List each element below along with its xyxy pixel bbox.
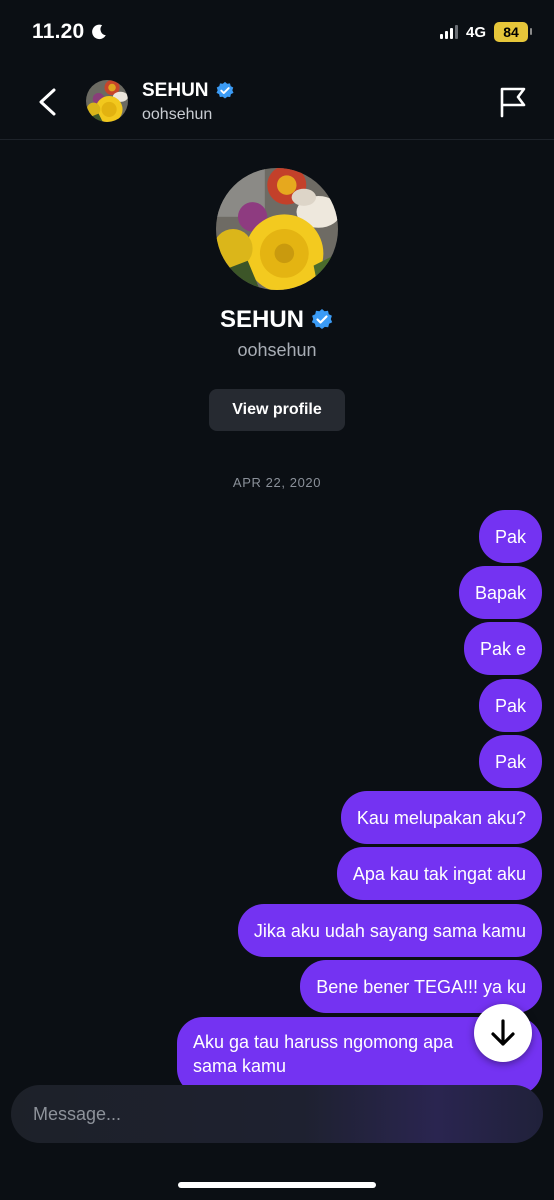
scroll-to-bottom-button[interactable]	[474, 1004, 532, 1062]
verified-badge-icon	[311, 309, 333, 329]
clock-text: 11.20	[32, 20, 85, 43]
message-text: Pak	[494, 751, 526, 772]
network-label: 4G	[465, 23, 486, 41]
chat-header: SEHUN oohsehun	[0, 64, 554, 140]
message-bubble[interactable]: Bapak	[458, 566, 542, 619]
status-time: 11.20	[32, 20, 108, 44]
message-text: Bene bener TEGA!!! ya ku	[316, 976, 526, 997]
message-bubble[interactable]: Pak	[478, 510, 542, 563]
signal-icon	[439, 25, 458, 39]
back-icon[interactable]	[30, 82, 64, 122]
verified-badge-icon	[216, 81, 234, 99]
message-bubble[interactable]: Pak e	[463, 622, 542, 675]
moon-icon	[92, 24, 107, 40]
flower-avatar-image	[216, 168, 338, 290]
profile-name-row: SEHUN	[0, 306, 554, 334]
flag-icon[interactable]	[498, 86, 528, 118]
profile-avatar[interactable]	[216, 168, 338, 290]
message-bubble[interactable]: Pak	[478, 735, 542, 788]
profile-name: SEHUN	[219, 306, 304, 333]
message-text: Aku ga tau haruss ngomong apa sama kamu	[193, 1032, 454, 1076]
header-title[interactable]: SEHUN	[142, 80, 235, 102]
message-text: Kau melupakan aku?	[356, 807, 526, 828]
flower-avatar-image	[86, 80, 128, 122]
message-bubble[interactable]: Jika aku udah sayang sama kamu	[237, 904, 542, 957]
message-bubble[interactable]: Kau melupakan aku?	[340, 791, 542, 844]
date-divider: APR 22, 2020	[232, 475, 322, 490]
status-indicators: 4G 84	[439, 22, 532, 42]
battery-level: 84	[503, 24, 519, 40]
message-text: Pak	[494, 695, 526, 716]
header-name: SEHUN	[142, 80, 209, 101]
status-bar: 11.20 4G 84	[0, 0, 554, 64]
header-username: oohsehun	[142, 106, 213, 123]
message-text: Pak	[494, 526, 526, 547]
message-text: Apa kau tak ingat aku	[352, 863, 526, 884]
battery-icon: 84	[494, 22, 532, 42]
profile-username: oohsehun	[237, 340, 317, 360]
message-text: Bapak	[474, 582, 526, 603]
message-bubble[interactable]: Apa kau tak ingat aku	[336, 847, 542, 900]
view-profile-button[interactable]: View profile	[209, 389, 345, 431]
header-avatar[interactable]	[86, 80, 128, 122]
home-indicator[interactable]	[178, 1182, 376, 1188]
message-input[interactable]: Message...	[11, 1085, 543, 1143]
message-input-placeholder: Message...	[33, 1103, 122, 1124]
message-text: Jika aku udah sayang sama kamu	[253, 920, 526, 941]
message-bubble[interactable]: Pak	[478, 679, 542, 732]
message-text: Pak e	[479, 638, 526, 659]
arrow-down-icon	[491, 1019, 515, 1046]
